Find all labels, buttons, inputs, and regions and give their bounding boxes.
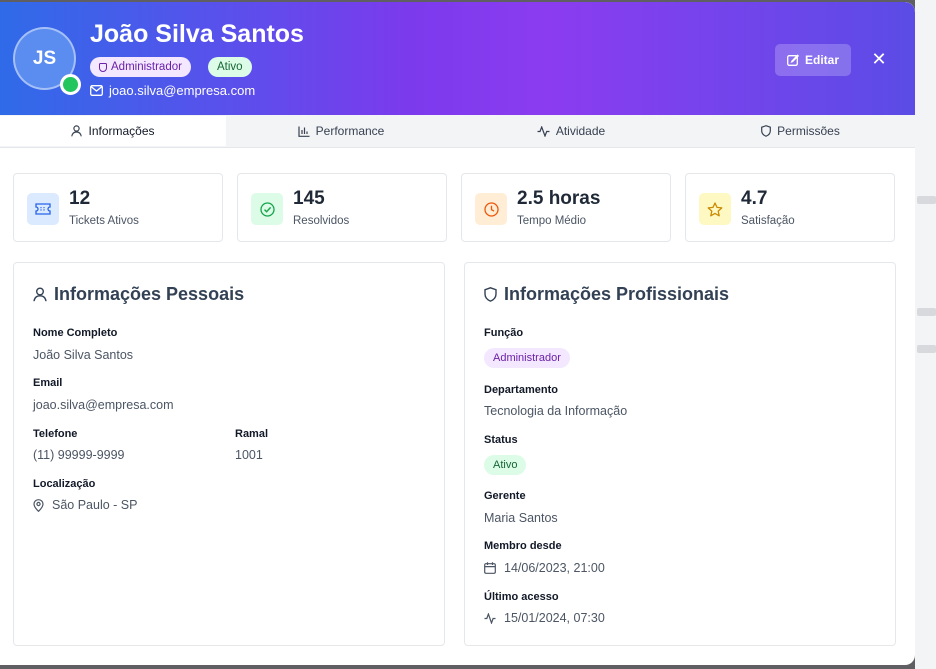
tab-label: Permissões <box>777 124 840 138</box>
role-badge-label: Administrador <box>111 61 182 73</box>
edit-button-label: Editar <box>804 53 839 67</box>
tab-informacoes[interactable]: Informações <box>0 116 226 146</box>
department-label: Departamento <box>484 384 558 396</box>
backdrop-ghost-line <box>917 196 936 204</box>
member-since-label: Membro desde <box>484 540 562 552</box>
tab-bar: Informações Performance Atividade Permis… <box>0 115 915 148</box>
stat-value: 12 <box>69 188 91 209</box>
stat-icon-box <box>699 193 731 225</box>
ticket-icon <box>35 203 51 215</box>
manager-label: Gerente <box>484 490 526 502</box>
shield-icon <box>99 62 107 72</box>
clock-icon <box>483 201 499 217</box>
bar-chart-icon <box>298 126 310 137</box>
professional-info-panel: Informações Profissionais Função Adminis… <box>464 262 896 646</box>
stat-value: 4.7 <box>741 188 768 209</box>
stat-label: Resolvidos <box>293 215 350 227</box>
location-text: São Paulo - SP <box>52 498 138 512</box>
star-icon <box>707 201 723 216</box>
stat-value: 145 <box>293 188 325 209</box>
stat-card-tickets: 12 Tickets Ativos <box>13 173 223 242</box>
tab-label: Informações <box>88 124 155 138</box>
activity-icon <box>484 612 496 624</box>
location-value: São Paulo - SP <box>33 498 137 512</box>
backdrop <box>915 0 936 669</box>
stat-icon-box <box>251 193 283 225</box>
shield-icon <box>761 125 772 137</box>
email-value: joao.silva@empresa.com <box>33 398 174 412</box>
stat-value: 2.5 horas <box>517 188 601 209</box>
last-access-value: 15/01/2024, 07:30 <box>484 611 605 625</box>
panel-title-text: Informações Pessoais <box>54 284 245 304</box>
last-access-text: 15/01/2024, 07:30 <box>504 611 605 625</box>
tab-label: Atividade <box>555 124 606 138</box>
tab-atividade[interactable]: Atividade <box>456 116 686 146</box>
status-badge: Ativo <box>208 57 252 77</box>
edit-icon <box>787 54 799 66</box>
user-detail-modal: JS João Silva Santos Administrador Ativo… <box>0 2 915 665</box>
modal-header: JS João Silva Santos Administrador Ativo… <box>0 2 915 115</box>
user-name: João Silva Santos <box>90 20 304 48</box>
role-pill: Administrador <box>484 348 570 368</box>
tab-label: Performance <box>315 124 385 138</box>
stat-label: Tempo Médio <box>517 215 587 227</box>
status-badge-label: Ativo <box>217 61 243 73</box>
activity-icon <box>537 125 550 137</box>
backdrop-ghost-line <box>917 345 936 353</box>
tab-performance[interactable]: Performance <box>226 116 456 146</box>
status-label: Status <box>484 434 518 446</box>
stat-card-resolved: 145 Resolvidos <box>237 173 447 242</box>
personal-info-panel: Informações Pessoais Nome Completo João … <box>13 262 445 646</box>
stat-label: Satisfação <box>741 215 795 227</box>
last-access-label: Último acesso <box>484 591 559 603</box>
header-email-text: joao.silva@empresa.com <box>109 83 256 98</box>
check-circle-icon <box>259 201 275 217</box>
panel-title: Informações Pessoais <box>33 284 244 305</box>
panel-title: Informações Profissionais <box>484 284 729 305</box>
phone-label: Telefone <box>33 428 78 440</box>
department-value: Tecnologia da Informação <box>484 404 628 418</box>
email-label: Email <box>33 377 63 389</box>
stat-icon-box <box>475 193 507 225</box>
stat-icon-box <box>27 193 59 225</box>
user-icon <box>33 287 47 302</box>
status-pill: Ativo <box>484 455 527 475</box>
member-since-text: 14/06/2023, 21:00 <box>504 561 605 575</box>
stat-card-avg-time: 2.5 horas Tempo Médio <box>461 173 671 242</box>
manager-value: Maria Santos <box>484 511 558 525</box>
map-pin-icon <box>33 498 44 512</box>
close-icon: ✕ <box>871 48 887 69</box>
shield-icon <box>484 287 497 302</box>
role-label: Função <box>484 327 524 339</box>
stat-label: Tickets Ativos <box>69 215 139 227</box>
role-badge: Administrador <box>90 57 191 77</box>
mail-icon <box>90 85 103 96</box>
header-email: joao.silva@empresa.com <box>90 83 255 98</box>
member-since-value: 14/06/2023, 21:00 <box>484 561 605 575</box>
calendar-icon <box>484 562 496 574</box>
online-status-dot <box>60 74 81 95</box>
edit-button[interactable]: Editar <box>775 44 851 76</box>
backdrop-ghost-line <box>917 308 936 316</box>
extension-value: 1001 <box>235 448 263 462</box>
user-icon <box>71 125 83 137</box>
tab-permissoes[interactable]: Permissões <box>686 116 915 146</box>
full-name-label: Nome Completo <box>33 327 118 339</box>
phone-value: (11) 99999-9999 <box>33 448 125 462</box>
avatar-initials: JS <box>32 47 57 69</box>
panel-title-text: Informações Profissionais <box>504 284 730 304</box>
extension-label: Ramal <box>235 428 269 440</box>
location-label: Localização <box>33 478 96 490</box>
close-button[interactable]: ✕ <box>866 46 892 72</box>
stat-card-satisfaction: 4.7 Satisfação <box>685 173 895 242</box>
full-name-value: João Silva Santos <box>33 348 134 362</box>
